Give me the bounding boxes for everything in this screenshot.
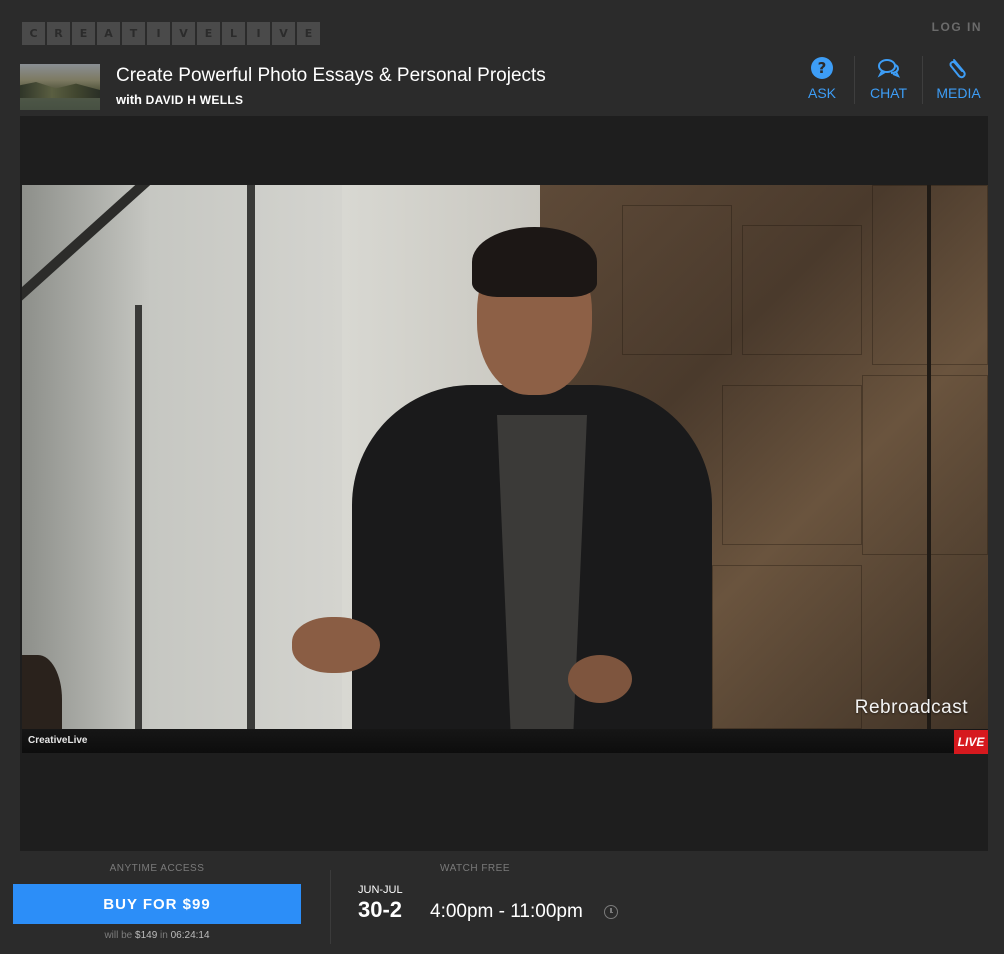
rebroadcast-overlay: Rebroadcast <box>854 697 968 718</box>
logo-letter: C <box>22 22 45 45</box>
logo-letter: E <box>297 22 320 45</box>
chat-label: CHAT <box>869 85 908 101</box>
watch-free-label: WATCH FREE <box>440 863 510 874</box>
logo-letter: A <box>97 22 120 45</box>
chat-bubbles-icon <box>877 59 900 78</box>
purchase-section: ANYTIME ACCESS BUY FOR $99 will be $149 … <box>13 851 301 954</box>
media-label: MEDIA <box>936 85 981 101</box>
course-tools: ? ASK CHAT MEDIA <box>790 56 994 104</box>
course-thumbnail <box>20 64 100 110</box>
future-price: $149 <box>135 930 158 941</box>
live-badge: LIVE <box>954 730 988 754</box>
logo-letter: T <box>122 22 145 45</box>
chat-button[interactable]: CHAT <box>854 56 922 104</box>
paperclip-icon <box>949 59 966 79</box>
video-player[interactable]: Rebroadcast CreativeLive LIVE <box>20 116 988 851</box>
logo-letter: E <box>197 22 220 45</box>
course-title: Create Powerful Photo Essays & Personal … <box>116 65 546 86</box>
price-countdown: 06:24:14 <box>170 930 210 941</box>
svg-text:?: ? <box>818 59 827 77</box>
price-increase-note: will be $149 in 06:24:14 <box>13 930 301 941</box>
note-mid: in <box>160 930 168 941</box>
video-frame[interactable]: Rebroadcast <box>22 185 988 729</box>
section-divider <box>330 870 331 944</box>
with-prefix: with <box>116 92 142 107</box>
logo-letter: I <box>247 22 270 45</box>
instructor-line: with DAVID H WELLS <box>116 92 243 107</box>
logo-letter: L <box>222 22 245 45</box>
player-brand: CreativeLive <box>28 735 88 746</box>
clock-icon[interactable] <box>604 905 618 919</box>
player-control-bar[interactable]: CreativeLive LIVE <box>22 729 988 754</box>
schedule-time: 4:00pm - 11:00pm <box>430 901 583 922</box>
logo-letter: R <box>47 22 70 45</box>
buy-button[interactable]: BUY FOR $99 <box>13 884 301 924</box>
instructor-name: DAVID H WELLS <box>145 93 244 107</box>
media-button[interactable]: MEDIA <box>922 56 994 104</box>
logo-letter: V <box>272 22 295 45</box>
note-prefix: will be <box>104 930 133 941</box>
logo-letter: E <box>72 22 95 45</box>
anytime-access-label: ANYTIME ACCESS <box>109 863 205 874</box>
logo-letter: I <box>147 22 170 45</box>
creativelive-logo[interactable]: C R E A T I V E L I V E <box>22 22 320 45</box>
login-link[interactable]: LOG IN <box>932 20 982 34</box>
question-circle-icon: ? <box>811 57 833 79</box>
ask-button[interactable]: ? ASK <box>790 56 854 104</box>
ask-label: ASK <box>807 85 836 101</box>
logo-letter: V <box>172 22 195 45</box>
schedule-days: 30-2 <box>358 897 403 922</box>
schedule-months: JUN-JUL <box>358 884 403 896</box>
